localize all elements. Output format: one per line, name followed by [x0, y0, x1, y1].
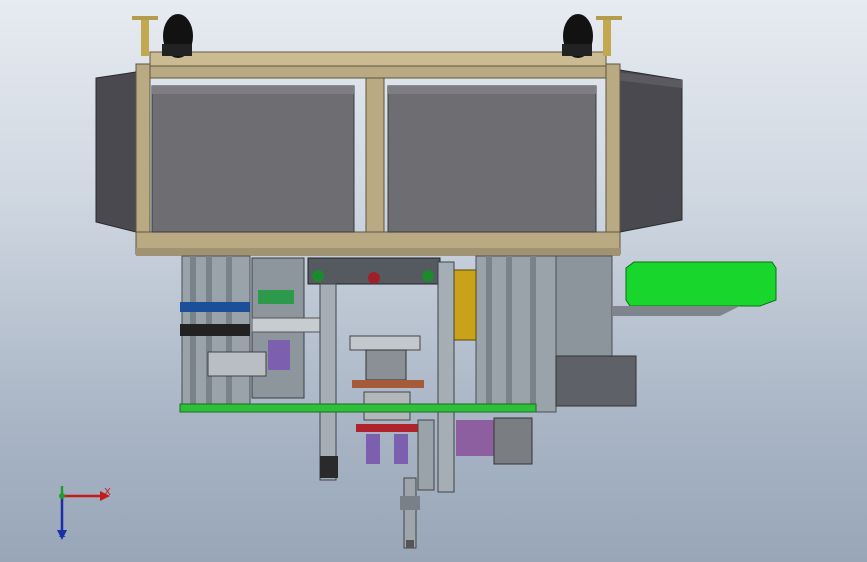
right-side-cover [619, 69, 683, 233]
right-panel [387, 85, 597, 233]
frame-center-post [365, 77, 385, 255]
triad-axes-icon [57, 486, 110, 540]
center-vertical-guide-left [319, 283, 337, 481]
triad-z-label: Z [59, 529, 66, 540]
left-panel [151, 85, 355, 233]
left-side-cover [95, 71, 137, 233]
triad-x-label: X [104, 487, 111, 498]
caster-left [132, 14, 193, 58]
frame-left-post [135, 63, 151, 255]
cad-assembly-model[interactable] [0, 0, 867, 562]
frame-right-post [605, 63, 621, 255]
center-vertical-guide-right [437, 261, 455, 493]
coordinate-triad [44, 478, 124, 548]
lower-probe-shaft [403, 477, 417, 549]
green-chute [625, 261, 777, 307]
cad-graphics-viewport[interactable]: X Z [0, 0, 867, 562]
green-base-plate [179, 403, 537, 413]
caster-right [562, 14, 622, 58]
